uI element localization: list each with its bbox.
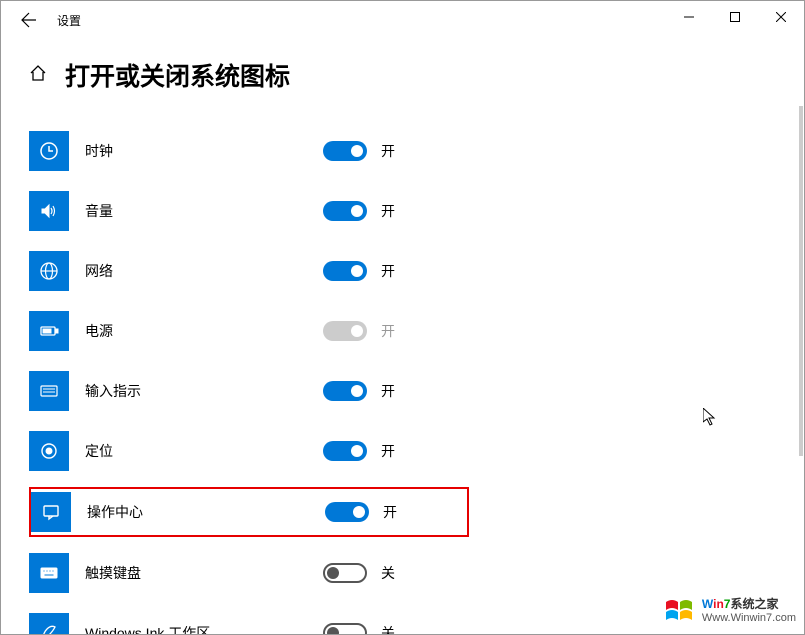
network-label: 网络 [85, 261, 305, 281]
windows-ink-label: Windows Ink 工作区 [85, 623, 305, 634]
settings-list: 时钟开音量开网络开电源开输入指示开定位开操作中心开触摸键盘关Windows In… [29, 131, 776, 634]
action-center-icon [41, 502, 61, 522]
input-toggle[interactable] [323, 381, 367, 401]
network-toggle-text: 开 [381, 261, 395, 281]
action-center-toggle[interactable] [325, 502, 369, 522]
setting-row-clock: 时钟 开 [29, 131, 776, 171]
watermark-logo-icon [662, 594, 696, 628]
setting-row-touch-keyboard: 触摸键盘 关 [29, 553, 776, 593]
close-button[interactable] [758, 1, 804, 33]
windows-ink-toggle-text: 关 [381, 623, 395, 634]
keyboard-icon [39, 381, 59, 401]
clock-toggle[interactable] [323, 141, 367, 161]
touch-keyboard-toggle-text: 关 [381, 563, 395, 583]
volume-label: 音量 [85, 201, 305, 221]
location-icon [39, 441, 59, 461]
volume-toggle-text: 开 [381, 201, 395, 221]
home-button[interactable] [29, 64, 47, 87]
touch-keyboard-icon [39, 563, 59, 583]
windows-ink-tile [29, 613, 69, 634]
setting-row-network: 网络 开 [29, 251, 776, 291]
touch-keyboard-toggle[interactable] [323, 563, 367, 583]
location-tile [29, 431, 69, 471]
clock-tile [29, 131, 69, 171]
power-toggle-text: 开 [381, 321, 395, 341]
watermark-line2: Www.Winwin7.com [702, 612, 796, 626]
action-center-label: 操作中心 [87, 502, 307, 522]
clock-icon [39, 141, 59, 161]
page-title: 打开或关闭系统图标 [65, 57, 290, 93]
back-button[interactable] [9, 1, 49, 39]
close-icon [776, 12, 786, 22]
power-label: 电源 [85, 321, 305, 341]
power-toggle [323, 321, 367, 341]
setting-row-input: 输入指示 开 [29, 371, 776, 411]
action-center-tile [31, 492, 71, 532]
window-controls [666, 1, 804, 33]
back-arrow-icon [21, 12, 37, 28]
volume-tile [29, 191, 69, 231]
input-tile [29, 371, 69, 411]
power-tile [29, 311, 69, 351]
windows-ink-toggle[interactable] [323, 623, 367, 634]
content-area: 打开或关闭系统图标 时钟开音量开网络开电源开输入指示开定位开操作中心开触摸键盘关… [1, 39, 804, 634]
watermark-line1: Win7系统之家 [702, 597, 796, 612]
input-toggle-text: 开 [381, 381, 395, 401]
watermark: Win7系统之家 Www.Winwin7.com [662, 594, 796, 628]
location-toggle[interactable] [323, 441, 367, 461]
minimize-button[interactable] [666, 1, 712, 33]
maximize-button[interactable] [712, 1, 758, 33]
clock-toggle-text: 开 [381, 141, 395, 161]
home-icon [29, 64, 47, 82]
action-center-toggle-text: 开 [383, 502, 397, 522]
setting-row-power: 电源 开 [29, 311, 776, 351]
ink-icon [39, 623, 59, 634]
app-title: 设置 [57, 12, 81, 29]
power-icon [39, 321, 59, 341]
location-toggle-text: 开 [381, 441, 395, 461]
minimize-icon [684, 12, 694, 22]
setting-row-location: 定位 开 [29, 431, 776, 471]
maximize-icon [730, 12, 740, 22]
touch-keyboard-tile [29, 553, 69, 593]
titlebar: 设置 [1, 1, 804, 39]
network-tile [29, 251, 69, 291]
input-label: 输入指示 [85, 381, 305, 401]
clock-label: 时钟 [85, 141, 305, 161]
location-label: 定位 [85, 441, 305, 461]
volume-icon [39, 201, 59, 221]
volume-toggle[interactable] [323, 201, 367, 221]
setting-row-action-center: 操作中心 开 [29, 487, 469, 537]
setting-row-volume: 音量 开 [29, 191, 776, 231]
touch-keyboard-label: 触摸键盘 [85, 563, 305, 583]
network-icon [39, 261, 59, 281]
network-toggle[interactable] [323, 261, 367, 281]
page-header: 打开或关闭系统图标 [29, 57, 776, 93]
scrollbar[interactable] [799, 106, 803, 456]
